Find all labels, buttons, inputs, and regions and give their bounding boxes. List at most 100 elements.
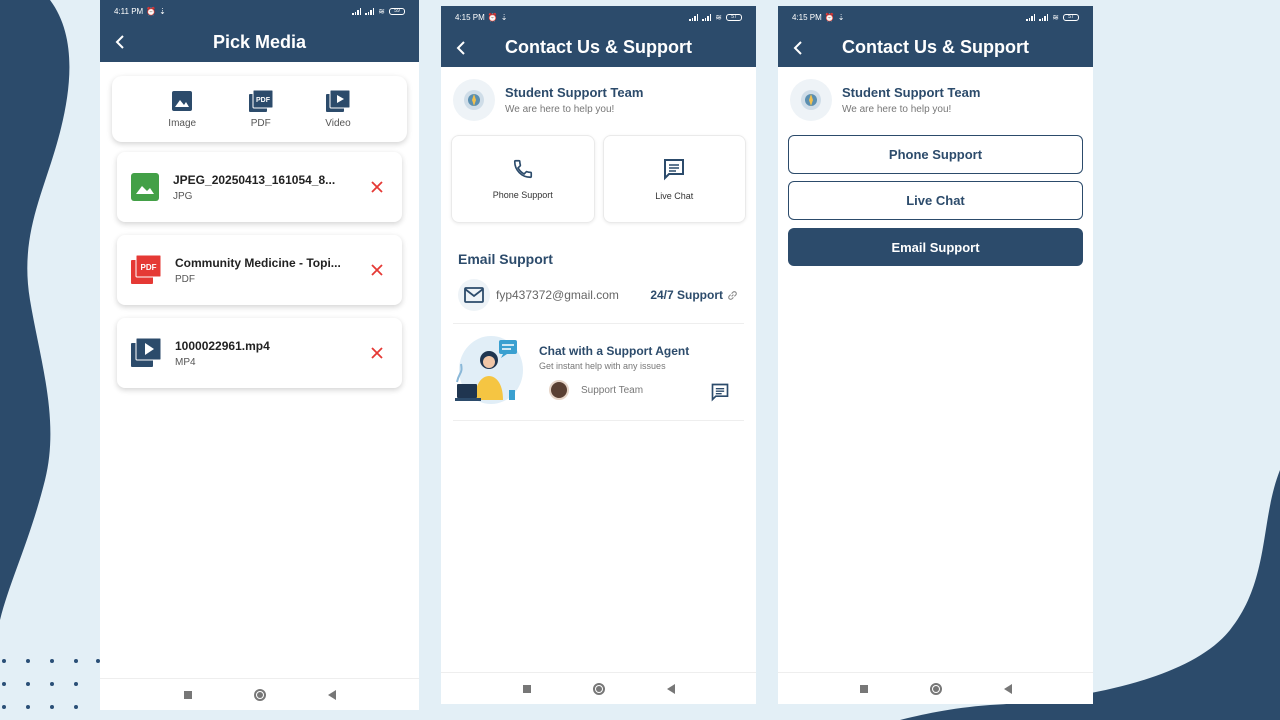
battery-icon: 59 — [389, 7, 405, 15]
status-bar: 4:15 PM ⏰ ⇣ ≋ 57 — [778, 6, 1093, 28]
recents-button[interactable] — [522, 684, 531, 693]
chat-icon[interactable] — [710, 382, 730, 402]
pick-video-label: Video — [325, 117, 351, 129]
file-item[interactable]: JPEG_20250413_161054_8... JPG — [117, 152, 402, 222]
file-item[interactable]: PDF Community Medicine - Topi... PDF — [117, 235, 402, 305]
status-time: 4:15 PM — [792, 12, 822, 22]
team-logo — [453, 79, 495, 121]
home-button[interactable] — [592, 682, 605, 695]
recents-button[interactable] — [859, 684, 868, 693]
pick-video-button[interactable]: Video — [325, 89, 351, 129]
file-name: JPEG_20250413_161054_8... — [173, 172, 336, 187]
emblem-icon — [801, 90, 821, 110]
pick-pdf-label: PDF — [250, 117, 271, 129]
signal-icon — [1039, 13, 1049, 21]
wifi-icon: ≋ — [378, 6, 385, 16]
signal-icon — [1026, 13, 1036, 21]
recents-button[interactable] — [183, 690, 192, 699]
status-bar: 4:11 PM ⏰ ⇣ ≋ 59 — [100, 0, 419, 22]
back-nav-button[interactable] — [327, 689, 336, 700]
signal-icon — [365, 7, 375, 15]
image-icon — [172, 90, 193, 111]
alarm-icon: ⏰ — [824, 12, 835, 22]
agent-subtitle: Get instant help with any issues — [539, 361, 666, 371]
team-logo — [790, 79, 832, 121]
team-subtitle: We are here to help you! — [505, 104, 615, 115]
live-chat-label: Live Chat — [655, 191, 694, 201]
support-247-link[interactable]: 24/7 Support — [650, 288, 738, 302]
system-nav-bar — [778, 672, 1093, 704]
svg-text:PDF: PDF — [141, 263, 157, 272]
link-icon — [728, 290, 737, 300]
signal-icon — [702, 13, 712, 21]
mail-icon-wrapper — [458, 279, 490, 311]
wifi-icon: ≋ — [1052, 12, 1059, 22]
svg-text:PDF: PDF — [256, 97, 271, 104]
file-item[interactable]: 1000022961.mp4 MP4 — [117, 318, 402, 388]
chevron-left-icon — [456, 40, 465, 55]
pick-media-screen: 4:11 PM ⏰ ⇣ ≋ 59 Pick Media Image PDF PD… — [100, 0, 419, 710]
pick-image-label: Image — [168, 117, 197, 129]
phone-icon — [513, 159, 532, 179]
signal-icon — [352, 7, 362, 15]
mail-icon — [464, 287, 484, 303]
usb-icon: ⇣ — [500, 12, 508, 22]
pick-pdf-button[interactable]: PDF PDF — [248, 89, 273, 129]
back-button[interactable] — [788, 38, 808, 58]
system-nav-bar — [441, 672, 756, 704]
pdf-file-icon: PDF — [131, 255, 161, 284]
email-section-title: Email Support — [458, 251, 553, 267]
file-type: MP4 — [175, 356, 196, 368]
app-bar: Contact Us & Support — [441, 28, 756, 67]
wifi-icon: ≋ — [715, 12, 722, 22]
phone-support-label: Phone Support — [492, 190, 553, 200]
video-file-icon — [131, 338, 161, 367]
email-address: fyp437372@gmail.com — [496, 288, 619, 302]
support-247-label: 24/7 Support — [650, 288, 723, 302]
back-nav-button[interactable] — [1003, 683, 1012, 694]
home-button[interactable] — [253, 688, 266, 701]
home-button[interactable] — [929, 682, 942, 695]
pick-image-button[interactable]: Image — [168, 90, 196, 129]
dots-decoration — [0, 655, 100, 715]
team-name: Student Support Team — [842, 85, 981, 100]
chevron-left-icon — [793, 40, 802, 55]
close-icon[interactable] — [370, 180, 384, 194]
team-header: Student Support Team We are here to help… — [441, 67, 756, 123]
back-nav-button[interactable] — [666, 683, 675, 694]
back-button[interactable] — [110, 32, 130, 52]
usb-icon: ⇣ — [837, 12, 845, 22]
video-icon — [325, 89, 350, 112]
contact-support-screen: 4:15 PM ⏰ ⇣ ≋ 57 Contact Us & Support St… — [441, 6, 756, 704]
status-bar: 4:15 PM ⏰ ⇣ ≋ 57 — [441, 6, 756, 28]
chat-icon — [664, 159, 685, 181]
usb-icon: ⇣ — [159, 6, 166, 16]
agent-team-label: Support Team — [581, 384, 644, 396]
close-icon[interactable] — [370, 263, 384, 277]
status-time: 4:15 PM — [455, 12, 485, 22]
page-title: Contact Us & Support — [842, 37, 1029, 57]
support-options: Phone Support Live Chat — [441, 123, 756, 223]
phone-support-button[interactable]: Phone Support — [788, 135, 1083, 174]
pdf-icon: PDF — [248, 89, 273, 112]
media-picker: Image PDF PDF Video — [112, 76, 407, 142]
battery-icon: 57 — [1063, 13, 1079, 21]
contact-support-buttons-screen: 4:15 PM ⏰ ⇣ ≋ 57 Contact Us & Support St… — [778, 6, 1093, 704]
close-icon[interactable] — [370, 346, 384, 360]
live-chat-card[interactable]: Live Chat — [602, 135, 746, 223]
email-support-button[interactable]: Email Support — [788, 228, 1083, 266]
page-title: Contact Us & Support — [505, 37, 692, 57]
alarm-icon: ⏰ — [487, 12, 498, 22]
chevron-left-icon — [115, 35, 124, 49]
email-row[interactable]: fyp437372@gmail.com 24/7 Support — [441, 267, 756, 311]
live-chat-button[interactable]: Live Chat — [788, 181, 1083, 220]
file-type: JPG — [173, 190, 193, 202]
team-header: Student Support Team We are here to help… — [778, 67, 1093, 123]
support-agent-card[interactable]: Chat with a Support Agent Get instant he… — [441, 324, 756, 408]
file-name: Community Medicine - Topi... — [175, 255, 341, 270]
file-type: PDF — [175, 273, 195, 285]
app-bar: Contact Us & Support — [778, 28, 1093, 67]
system-nav-bar — [100, 678, 419, 710]
phone-support-card[interactable]: Phone Support — [451, 135, 595, 223]
back-button[interactable] — [451, 38, 471, 58]
